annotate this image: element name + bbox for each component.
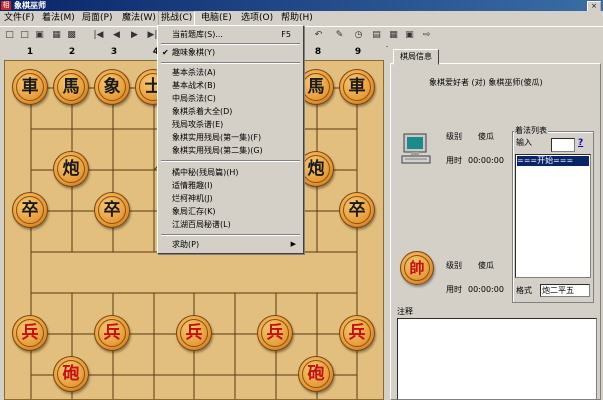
menu-item-shiqing-yaqu[interactable]: 适情雅趣(I) — [160, 179, 301, 192]
menu-separator — [161, 160, 300, 162]
menu-magic[interactable]: 魔法(W) — [120, 11, 158, 25]
challenge-menu-dropdown: 当前题库(S)... F5 ✔ 趣味象棋(Y) 基本杀法(A) 基本战术(B) 中局… — [157, 25, 304, 254]
notes-label: 注释 — [397, 307, 413, 316]
piece-red-cannon[interactable]: 砲 — [53, 356, 89, 392]
top-level-value: 傻瓜 — [478, 132, 494, 141]
menu-item-basic-tactics[interactable]: 基本战术(B) — [160, 79, 301, 92]
file-number: 9 — [354, 47, 362, 57]
menu-file[interactable]: 文件(F) — [2, 11, 36, 25]
menu-item-kill-encyclopedia[interactable]: 象棋杀着大全(D) — [160, 105, 301, 118]
format-label: 格式 — [516, 286, 532, 295]
menu-moves[interactable]: 着法(M) — [40, 11, 77, 25]
file-number: 8 — [314, 47, 322, 57]
piece-red-soldier[interactable]: 兵 — [12, 315, 48, 351]
menu-item-lanke-shenji[interactable]: 烂柯神机(J) — [160, 192, 301, 205]
list-item[interactable]: ===开始=== — [517, 156, 589, 166]
submenu-arrow-icon: ▶ — [290, 240, 296, 248]
moves-group-title: 着法列表 — [514, 125, 548, 136]
app-icon: 相 — [1, 1, 11, 10]
menu-item-help-request[interactable]: 求助(P) ▶ — [160, 238, 301, 251]
next-move-icon[interactable]: ▶ — [128, 29, 141, 42]
move-input-label: 输入 — [516, 138, 532, 147]
piece-red-soldier[interactable]: 兵 — [339, 315, 375, 351]
window-title: 象棋巫师 — [14, 1, 46, 10]
move-help-button[interactable]: ? — [578, 138, 583, 148]
matchup-text: 象棋爱好者 (对) 象棋巫师(傻瓜) — [429, 78, 543, 87]
piece-red-soldier[interactable]: 兵 — [176, 315, 212, 351]
paste-icon[interactable]: ▩ — [65, 29, 78, 42]
menu-item-current-library[interactable]: 当前题库(S)... F5 — [160, 28, 301, 41]
menu-item-midgame-kills[interactable]: 中局杀法(C) — [160, 92, 301, 105]
piece-black-soldier[interactable]: 卒 — [12, 192, 48, 228]
piece-black-elephant[interactable]: 象 — [94, 69, 130, 105]
edit-icon[interactable]: ✎ — [333, 29, 346, 42]
menu-item-practical-endgames-2[interactable]: 象棋实用残局(第二集)(G) — [160, 144, 301, 157]
menu-help[interactable]: 帮助(H) — [279, 11, 315, 25]
top-level-label: 级别 — [446, 132, 462, 141]
menu-item-xiangju-huicun[interactable]: 象局汇存(K) — [160, 205, 301, 218]
undo-icon[interactable]: ↶ — [312, 29, 325, 42]
checkmark-icon: ✔ — [162, 48, 169, 57]
menu-options[interactable]: 选项(O) — [239, 11, 275, 25]
bottom-level-label: 级别 — [446, 261, 462, 270]
piece-red-cannon[interactable]: 砲 — [298, 356, 334, 392]
menu-bar: 文件(F) 着法(M) 局面(P) 魔法(W) 挑战(C) 电脑(E) 选项(O… — [0, 11, 603, 27]
board-view-icon[interactable]: ▦ — [387, 29, 400, 42]
format-select[interactable]: 炮二平五 — [540, 284, 590, 297]
copy-icon[interactable]: ▦ — [50, 29, 63, 42]
menu-item-practical-endgames-1[interactable]: 象棋实用残局(第一集)(F) — [160, 131, 301, 144]
menu-item-endgame-attacks[interactable]: 残局攻杀谱(E) — [160, 118, 301, 131]
piece-black-chariot[interactable]: 車 — [339, 69, 375, 105]
top-time-value: 00:00:00 — [468, 156, 504, 165]
menu-separator — [161, 234, 300, 236]
menu-item-basic-kills[interactable]: 基本杀法(A) — [160, 66, 301, 79]
menu-position[interactable]: 局面(P) — [80, 11, 114, 25]
clock-icon[interactable]: ◷ — [352, 29, 365, 42]
notes-textarea[interactable] — [397, 318, 597, 400]
menu-separator — [161, 62, 300, 64]
exit-icon[interactable]: ⇨ — [420, 29, 433, 42]
file-number: 1 — [26, 47, 34, 57]
piece-black-chariot[interactable]: 車 — [12, 69, 48, 105]
menu-item-jianghu-baiju[interactable]: 江湖百局秘谱(L) — [160, 218, 301, 231]
file-number: 2 — [68, 47, 76, 57]
piece-black-soldier[interactable]: 卒 — [94, 192, 130, 228]
prev-move-icon[interactable]: ◀ — [110, 29, 123, 42]
piece-red-soldier[interactable]: 兵 — [257, 315, 293, 351]
bottom-level-value: 傻瓜 — [478, 261, 494, 270]
menu-computer[interactable]: 电脑(E) — [199, 11, 234, 25]
menu-separator — [161, 43, 300, 45]
notes-icon[interactable]: ▤ — [370, 29, 383, 42]
first-move-icon[interactable]: |◀ — [92, 29, 105, 42]
image-icon[interactable]: ▣ — [403, 29, 416, 42]
menu-item-juzhongmi[interactable]: 橘中秘(残局篇)(H) — [160, 166, 301, 179]
top-time-label: 用时 — [446, 156, 462, 165]
piece-red-soldier[interactable]: 兵 — [94, 315, 130, 351]
piece-black-cannon[interactable]: 炮 — [53, 151, 89, 187]
save-icon[interactable]: ▣ — [33, 29, 46, 42]
file-number: 3 — [110, 47, 118, 57]
piece-black-soldier[interactable]: 卒 — [339, 192, 375, 228]
move-input[interactable] — [551, 138, 575, 152]
move-list[interactable]: ===开始=== — [515, 154, 591, 278]
red-king-icon: 帥 — [400, 251, 434, 285]
bottom-time-label: 用时 — [446, 285, 462, 294]
new-file-icon[interactable]: □ — [3, 29, 16, 42]
computer-icon — [401, 133, 431, 164]
menu-item-fun-xiangqi[interactable]: ✔ 趣味象棋(Y) — [160, 46, 301, 59]
bottom-time-value: 00:00:00 — [468, 285, 504, 294]
open-file-icon[interactable]: □ — [18, 29, 31, 42]
tab-game-info[interactable]: 棋局信息 — [393, 49, 439, 65]
piece-black-horse[interactable]: 馬 — [53, 69, 89, 105]
title-bar[interactable]: 相 象棋巫师 × — [0, 0, 603, 12]
